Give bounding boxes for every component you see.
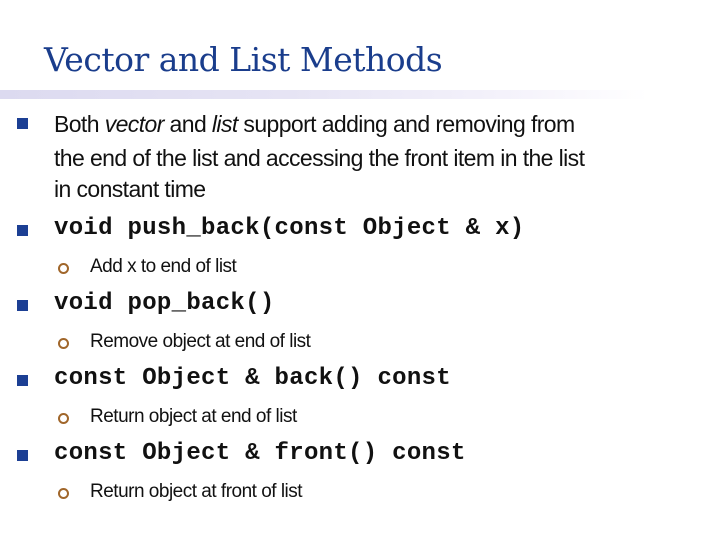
method-signature: void push_back(const Object & x) [54, 215, 525, 242]
bullet-text-line: the end of the list and accessing the fr… [54, 145, 585, 171]
text-segment: support adding and removing from [237, 111, 575, 137]
method-signature: const Object & back() const [54, 365, 451, 392]
square-bullet-icon [17, 225, 28, 236]
square-bullet-icon [17, 300, 28, 311]
method-description: Add x to end of list [90, 256, 237, 277]
bullet-text-line: Both vector and list support adding and … [54, 110, 575, 139]
method-signature: void pop_back() [54, 290, 275, 317]
square-bullet-icon [17, 375, 28, 386]
bullet-text-line: in constant time [54, 176, 206, 202]
square-bullet-icon [17, 450, 28, 461]
circle-bullet-icon [58, 338, 69, 349]
method-signature: const Object & front() const [54, 440, 466, 467]
title-underline-band [0, 90, 720, 99]
method-description: Remove object at end of list [90, 331, 311, 352]
square-bullet-icon [17, 118, 28, 129]
method-description: Return object at front of list [90, 481, 303, 502]
circle-bullet-icon [58, 263, 69, 274]
text-segment: and [163, 111, 212, 137]
text-segment-italic: list [211, 111, 238, 137]
text-segment: Both [54, 111, 105, 137]
text-segment-italic: vector [104, 111, 165, 137]
circle-bullet-icon [58, 488, 69, 499]
method-description: Return object at end of list [90, 406, 297, 427]
circle-bullet-icon [58, 413, 69, 424]
slide-title: Vector and List Methods [44, 40, 443, 79]
